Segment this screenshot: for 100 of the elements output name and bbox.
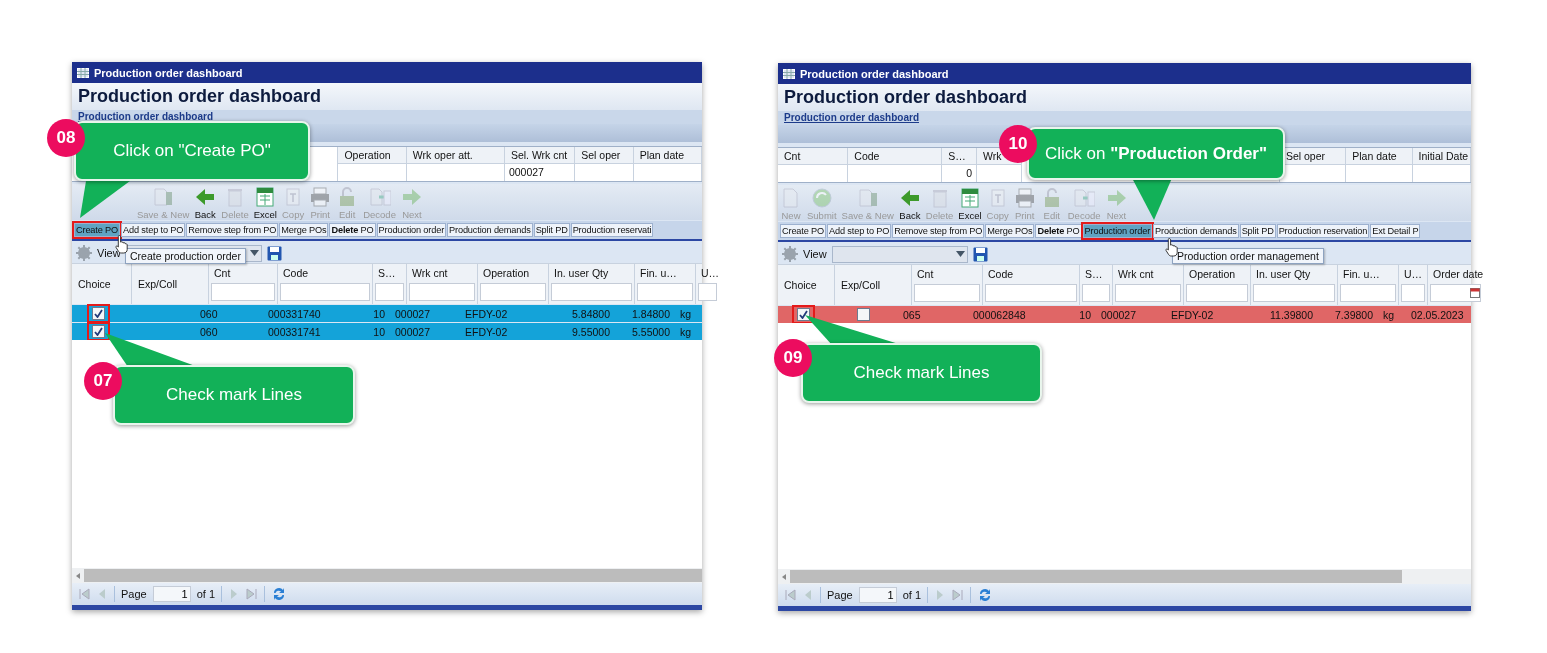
filter-field[interactable] bbox=[1082, 284, 1110, 302]
table-cell-text: kg bbox=[679, 325, 693, 338]
column-header: U… bbox=[700, 266, 720, 281]
tooltip: Create production order bbox=[125, 248, 246, 264]
filter-field[interactable] bbox=[985, 284, 1077, 302]
action-button[interactable]: Split PD bbox=[533, 223, 570, 237]
page-label: Page bbox=[827, 589, 853, 601]
decode-icon bbox=[1073, 187, 1096, 209]
spreadsheet-icon bbox=[254, 186, 277, 208]
table-row[interactable]: 060 000331740 10 000027 EFDY-02 5.84800 1.84800 kg bbox=[72, 305, 702, 322]
action-button[interactable]: Ext Detail P bbox=[1370, 224, 1421, 238]
filter-field[interactable] bbox=[375, 283, 404, 301]
checkbox[interactable] bbox=[92, 325, 105, 338]
filter-field[interactable] bbox=[211, 283, 275, 301]
table-cell-text: 1.84800 bbox=[631, 307, 671, 320]
first-page-icon[interactable] bbox=[78, 588, 90, 600]
page-heading: Production order dashboard bbox=[778, 84, 1471, 111]
filter-field[interactable] bbox=[1401, 284, 1425, 302]
column-header: Operation bbox=[482, 266, 531, 281]
step-badge: 08 bbox=[47, 119, 85, 157]
filter-field[interactable] bbox=[280, 283, 370, 301]
toolbar-button[interactable]: Back bbox=[192, 186, 219, 220]
filter-field[interactable] bbox=[1430, 284, 1482, 302]
action-button[interactable]: Production demands bbox=[447, 223, 533, 237]
column-header: Code bbox=[282, 266, 310, 281]
action-button[interactable]: Production order bbox=[376, 223, 447, 237]
last-page-icon[interactable] bbox=[246, 588, 259, 600]
action-button[interactable]: Add step to PO bbox=[121, 223, 186, 237]
save-icon[interactable] bbox=[266, 245, 282, 261]
action-button[interactable]: Production order bbox=[1082, 224, 1153, 238]
caret-icon bbox=[955, 251, 965, 257]
toolbar-button[interactable]: Excel bbox=[251, 186, 279, 220]
filter-field[interactable] bbox=[1115, 284, 1181, 302]
column-header: Fin. u… bbox=[639, 266, 678, 281]
table-cell-text: 060 bbox=[199, 307, 219, 320]
filter-field[interactable] bbox=[1186, 284, 1248, 302]
column-header: S… bbox=[377, 266, 397, 281]
checkbox[interactable] bbox=[92, 307, 105, 320]
page-field[interactable]: 1 bbox=[152, 586, 191, 602]
filter-field[interactable] bbox=[914, 284, 980, 302]
filter-field[interactable] bbox=[1253, 284, 1335, 302]
last-page-icon[interactable] bbox=[952, 589, 965, 601]
column-header: Sel oper bbox=[575, 147, 633, 164]
column-header: Plan date bbox=[1346, 148, 1412, 165]
table-cell-text: EFDY-02 bbox=[464, 325, 509, 338]
table-icon bbox=[783, 68, 795, 79]
checkbox[interactable] bbox=[856, 308, 870, 321]
gear-icon[interactable] bbox=[76, 245, 92, 261]
action-button[interactable]: Production demands bbox=[1153, 224, 1239, 238]
view-label: View bbox=[803, 248, 827, 260]
action-button[interactable]: Create PO bbox=[780, 224, 827, 238]
table-cell-text: 5.55000 bbox=[631, 325, 671, 338]
first-page-icon[interactable] bbox=[784, 589, 796, 601]
action-button[interactable]: Merge POs bbox=[985, 224, 1035, 238]
filter-field[interactable] bbox=[409, 283, 475, 301]
column-header: Code bbox=[848, 148, 942, 165]
column-header: Sel. Wrk cnt bbox=[504, 147, 575, 164]
toolbar-button[interactable]: Excel bbox=[956, 187, 984, 221]
column-header: U… bbox=[1403, 267, 1424, 282]
filter-field[interactable] bbox=[480, 283, 546, 301]
save-icon[interactable] bbox=[972, 246, 988, 262]
action-button[interactable]: Remove step from PO bbox=[892, 224, 985, 238]
filter-field[interactable] bbox=[637, 283, 693, 301]
action-button[interactable]: Merge POs bbox=[279, 223, 329, 237]
table-row[interactable]: 065 000062848 10 000027 EFDY-02 11.39800 7.39800 kg 02.05.2023 bbox=[778, 306, 1471, 323]
calendar-icon[interactable] bbox=[1470, 288, 1481, 298]
scrollbar-thumb[interactable] bbox=[790, 570, 1402, 583]
table-row[interactable]: 060 000331741 10 000027 EFDY-02 9.55000 5.55000 kg bbox=[72, 323, 702, 340]
filter-field[interactable] bbox=[698, 283, 718, 301]
window-title: Production order dashboard bbox=[800, 67, 949, 80]
table-cell-text: 11.39800 bbox=[1269, 308, 1314, 321]
column-header: Operation bbox=[1188, 267, 1237, 282]
action-button[interactable]: Delete PO bbox=[1035, 224, 1082, 238]
action-button[interactable]: Production reservation bbox=[1276, 224, 1370, 238]
table-cell-text: 000331740 bbox=[267, 307, 322, 320]
next-arrow-icon bbox=[1105, 187, 1128, 209]
column-header: Order date bbox=[1432, 267, 1484, 282]
column-header: Operation bbox=[338, 147, 406, 164]
filter-field[interactable] bbox=[1340, 284, 1396, 302]
column-header: Cnt bbox=[916, 267, 935, 282]
column-header: Initial Date bbox=[1412, 148, 1470, 165]
scrollbar[interactable] bbox=[778, 569, 1471, 584]
breadcrumb-link[interactable]: Production order dashboard bbox=[78, 111, 213, 122]
gear-icon[interactable] bbox=[782, 246, 798, 262]
action-button[interactable]: Remove step from PO bbox=[186, 223, 279, 237]
breadcrumb-link[interactable]: Production order dashboard bbox=[784, 112, 919, 123]
checkbox[interactable] bbox=[796, 308, 810, 321]
action-button[interactable]: Split PD bbox=[1239, 224, 1276, 238]
page-field[interactable]: 1 bbox=[858, 587, 897, 603]
action-button[interactable]: Add step to PO bbox=[827, 224, 892, 238]
column-header: Exp/Coll bbox=[841, 279, 882, 291]
action-button[interactable]: Production reservati bbox=[570, 223, 654, 237]
action-button[interactable]: Delete PO bbox=[329, 223, 376, 237]
column-header: Wrk cnt bbox=[1117, 267, 1155, 282]
toolbar-button[interactable]: Back bbox=[896, 187, 923, 221]
filter-field[interactable] bbox=[551, 283, 632, 301]
action-button[interactable]: Create PO bbox=[74, 223, 121, 237]
table-cell-text: 0 bbox=[965, 166, 973, 181]
save-new-icon bbox=[152, 186, 175, 208]
table-cell-text: 10 bbox=[372, 325, 386, 338]
